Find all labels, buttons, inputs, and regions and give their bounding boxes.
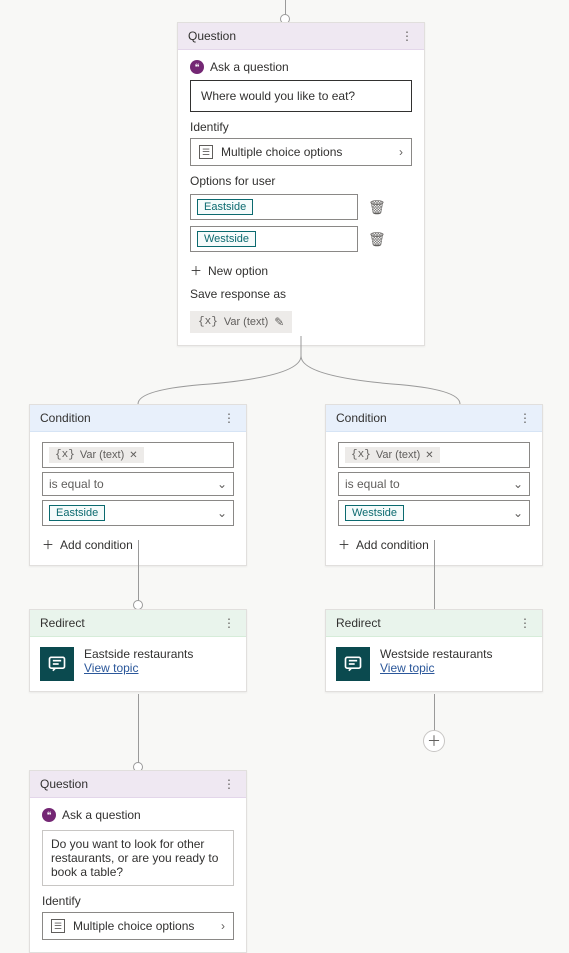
- choice-type-icon: ☰: [199, 145, 213, 159]
- add-condition-label: Add condition: [356, 538, 429, 552]
- ask-label: Ask a question: [62, 808, 141, 822]
- identify-label: Identify: [42, 894, 234, 908]
- plus-icon: ＋: [190, 262, 202, 279]
- value-chip: Eastside: [49, 505, 105, 521]
- chevron-down-icon: ⌄: [217, 477, 227, 491]
- variable-icon: {x}: [55, 449, 75, 461]
- add-condition-button[interactable]: ＋ Add condition: [338, 536, 429, 553]
- topic-icon: [336, 647, 370, 681]
- more-icon[interactable]: ⋮: [223, 616, 236, 630]
- save-variable-chip[interactable]: {x} Var (text) ✎: [190, 311, 292, 333]
- chevron-right-icon: ›: [399, 145, 403, 159]
- node-title: Redirect: [40, 616, 85, 630]
- new-option-label: New option: [208, 264, 268, 278]
- node-title: Question: [40, 777, 88, 791]
- plus-icon: ＋: [338, 536, 350, 553]
- node-title: Condition: [336, 411, 387, 425]
- value-chip: Westside: [345, 505, 404, 521]
- more-icon[interactable]: ⋮: [519, 616, 532, 630]
- variable-icon: {x}: [351, 449, 371, 461]
- more-icon[interactable]: ⋮: [223, 777, 236, 791]
- variable-name: Var (text): [376, 449, 420, 461]
- identify-value: Multiple choice options: [221, 145, 342, 159]
- redirect-node-right: Redirect ⋮ Westside restaurants View top…: [325, 609, 543, 692]
- view-topic-link[interactable]: View topic: [380, 661, 493, 675]
- add-condition-button[interactable]: ＋ Add condition: [42, 536, 133, 553]
- delete-icon[interactable]: 🗑: [368, 231, 386, 248]
- variable-name: Var (text): [80, 449, 124, 461]
- node-title: Question: [188, 29, 236, 43]
- more-icon[interactable]: ⋮: [223, 411, 236, 425]
- question-node-2: Question ⋮ ❝ Ask a question Do you want …: [29, 770, 247, 953]
- more-icon[interactable]: ⋮: [401, 29, 414, 43]
- option-input[interactable]: Eastside: [190, 194, 358, 220]
- redirect-title: Eastside restaurants: [84, 647, 193, 661]
- view-topic-link[interactable]: View topic: [84, 661, 193, 675]
- chevron-down-icon: ⌄: [513, 506, 523, 520]
- choice-type-icon: ☰: [51, 919, 65, 933]
- operator-value: is equal to: [49, 477, 104, 491]
- question-icon: ❝: [190, 60, 204, 74]
- identify-select[interactable]: ☰ Multiple choice options ›: [42, 912, 234, 940]
- edit-icon[interactable]: ✎: [274, 315, 284, 329]
- variable-icon: {x}: [198, 316, 218, 328]
- add-condition-label: Add condition: [60, 538, 133, 552]
- identify-select[interactable]: ☰ Multiple choice options ›: [190, 138, 412, 166]
- option-chip: Eastside: [197, 199, 253, 215]
- delete-icon[interactable]: 🗑: [368, 199, 386, 216]
- condition-operator-select[interactable]: is equal to ⌄: [338, 472, 530, 496]
- variable-name: Var (text): [224, 316, 268, 328]
- option-chip: Westside: [197, 231, 256, 247]
- question-icon: ❝: [42, 808, 56, 822]
- redirect-title: Westside restaurants: [380, 647, 493, 661]
- question-prompt-input[interactable]: Do you want to look for other restaurant…: [42, 830, 234, 886]
- condition-value-select[interactable]: Eastside ⌄: [42, 500, 234, 526]
- node-title: Redirect: [336, 616, 381, 630]
- chevron-down-icon: ⌄: [513, 477, 523, 491]
- condition-variable-select[interactable]: {x} Var (text) ✕: [42, 442, 234, 468]
- options-label: Options for user: [190, 174, 412, 188]
- chevron-right-icon: ›: [221, 919, 225, 933]
- question-prompt-input[interactable]: Where would you like to eat?: [190, 80, 412, 112]
- identify-label: Identify: [190, 120, 412, 134]
- clear-icon[interactable]: ✕: [425, 450, 433, 461]
- redirect-node-left: Redirect ⋮ Eastside restaurants View top…: [29, 609, 247, 692]
- condition-variable-select[interactable]: {x} Var (text) ✕: [338, 442, 530, 468]
- more-icon[interactable]: ⋮: [519, 411, 532, 425]
- plus-icon: ＋: [42, 536, 54, 553]
- condition-operator-select[interactable]: is equal to ⌄: [42, 472, 234, 496]
- operator-value: is equal to: [345, 477, 400, 491]
- new-option-button[interactable]: ＋ New option: [190, 262, 268, 279]
- node-title: Condition: [40, 411, 91, 425]
- option-input[interactable]: Westside: [190, 226, 358, 252]
- identify-value: Multiple choice options: [73, 919, 194, 933]
- chevron-down-icon: ⌄: [217, 506, 227, 520]
- condition-value-select[interactable]: Westside ⌄: [338, 500, 530, 526]
- ask-label: Ask a question: [210, 60, 289, 74]
- add-node-button[interactable]: ＋: [423, 730, 445, 752]
- topic-icon: [40, 647, 74, 681]
- clear-icon[interactable]: ✕: [129, 450, 137, 461]
- question-node-1: Question ⋮ ❝ Ask a question Where would …: [177, 22, 425, 346]
- save-label: Save response as: [190, 287, 412, 301]
